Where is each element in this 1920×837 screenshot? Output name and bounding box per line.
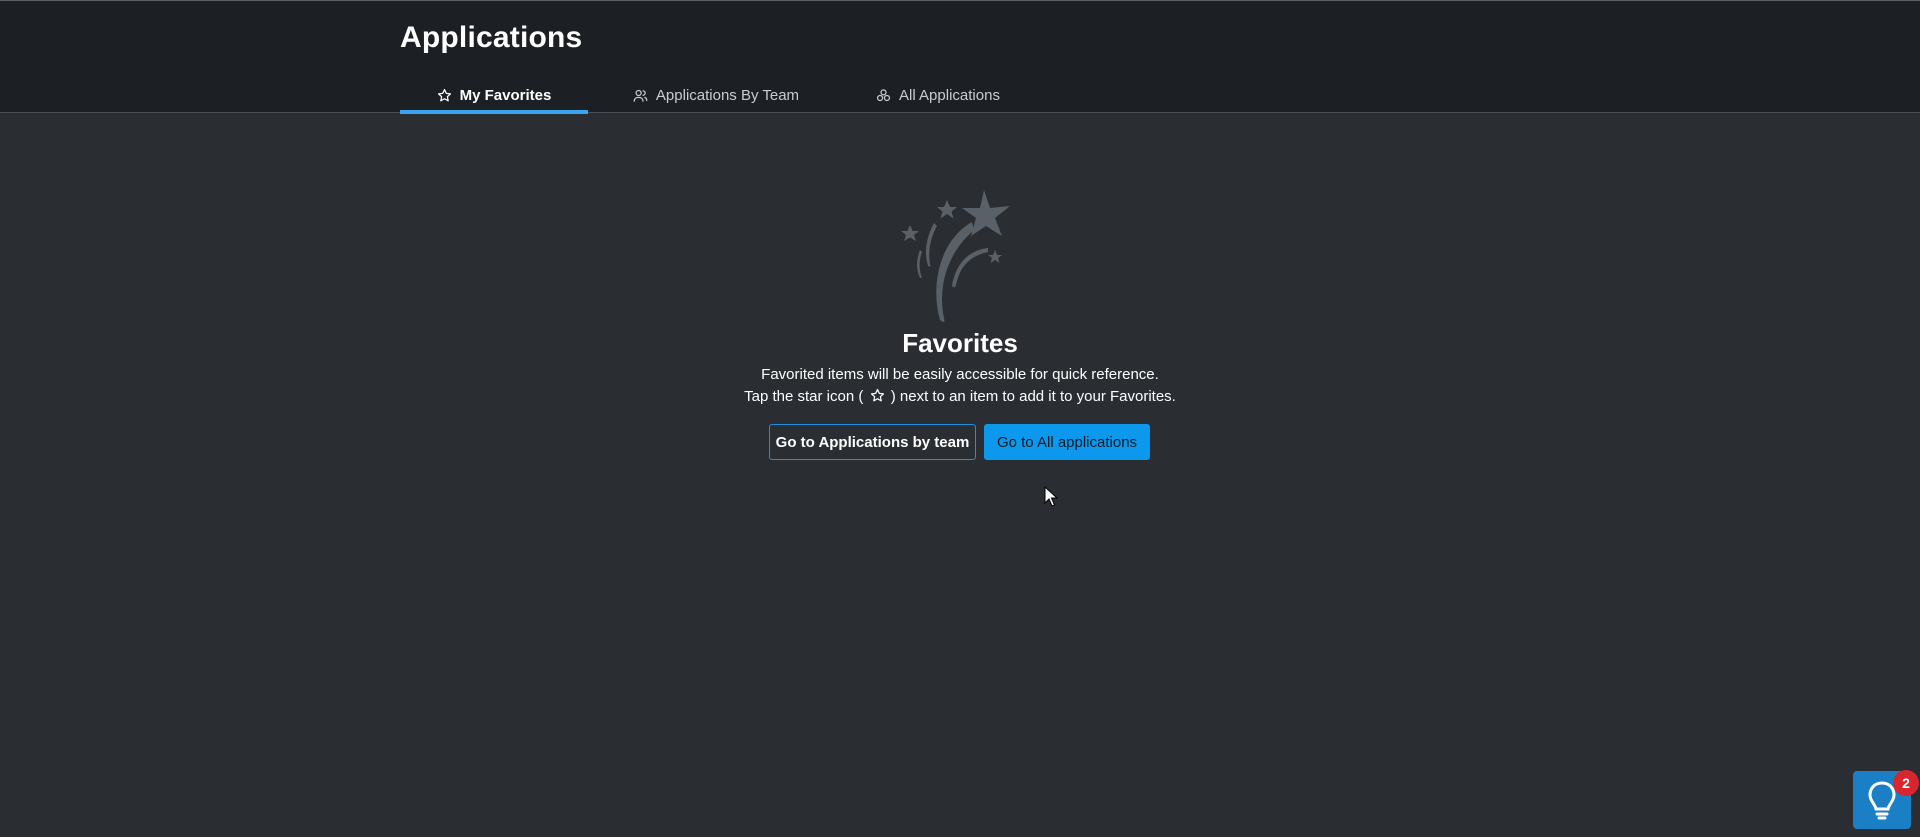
empty-state-hint: Tap the star icon ( ) next to an item to… (0, 388, 1920, 405)
star-outline-icon (870, 388, 884, 402)
mouse-pointer-icon (1044, 486, 1058, 507)
hint-text-before: Tap the star icon ( (744, 388, 864, 405)
notification-badge: 2 (1893, 770, 1919, 796)
go-to-all-applications-button[interactable]: Go to All applications (984, 424, 1150, 460)
apps-grid-icon (876, 88, 891, 101)
team-icon (633, 89, 648, 102)
tab-all-applications[interactable]: All Applications (856, 77, 1020, 113)
tab-label: Applications By Team (655, 86, 800, 104)
empty-state-description: Favorited items will be easily accessibl… (761, 366, 1159, 383)
page-header: Applications My Favorites Applications B… (0, 1, 1920, 114)
tab-applications-by-team[interactable]: Applications By Team (616, 77, 816, 113)
star-outline-icon (437, 88, 451, 101)
tab-label: All Applications (899, 86, 1000, 104)
page-title: Applications (400, 21, 583, 54)
empty-state-title: Favorites (902, 328, 1018, 358)
go-to-applications-by-team-button[interactable]: Go to Applications by team (769, 424, 976, 460)
tab-my-favorites[interactable]: My Favorites (400, 77, 588, 114)
tab-label: My Favorites (459, 86, 552, 104)
shooting-stars-icon (901, 190, 1010, 323)
hint-text-after: ) next to an item to add it to your Favo… (890, 388, 1176, 405)
